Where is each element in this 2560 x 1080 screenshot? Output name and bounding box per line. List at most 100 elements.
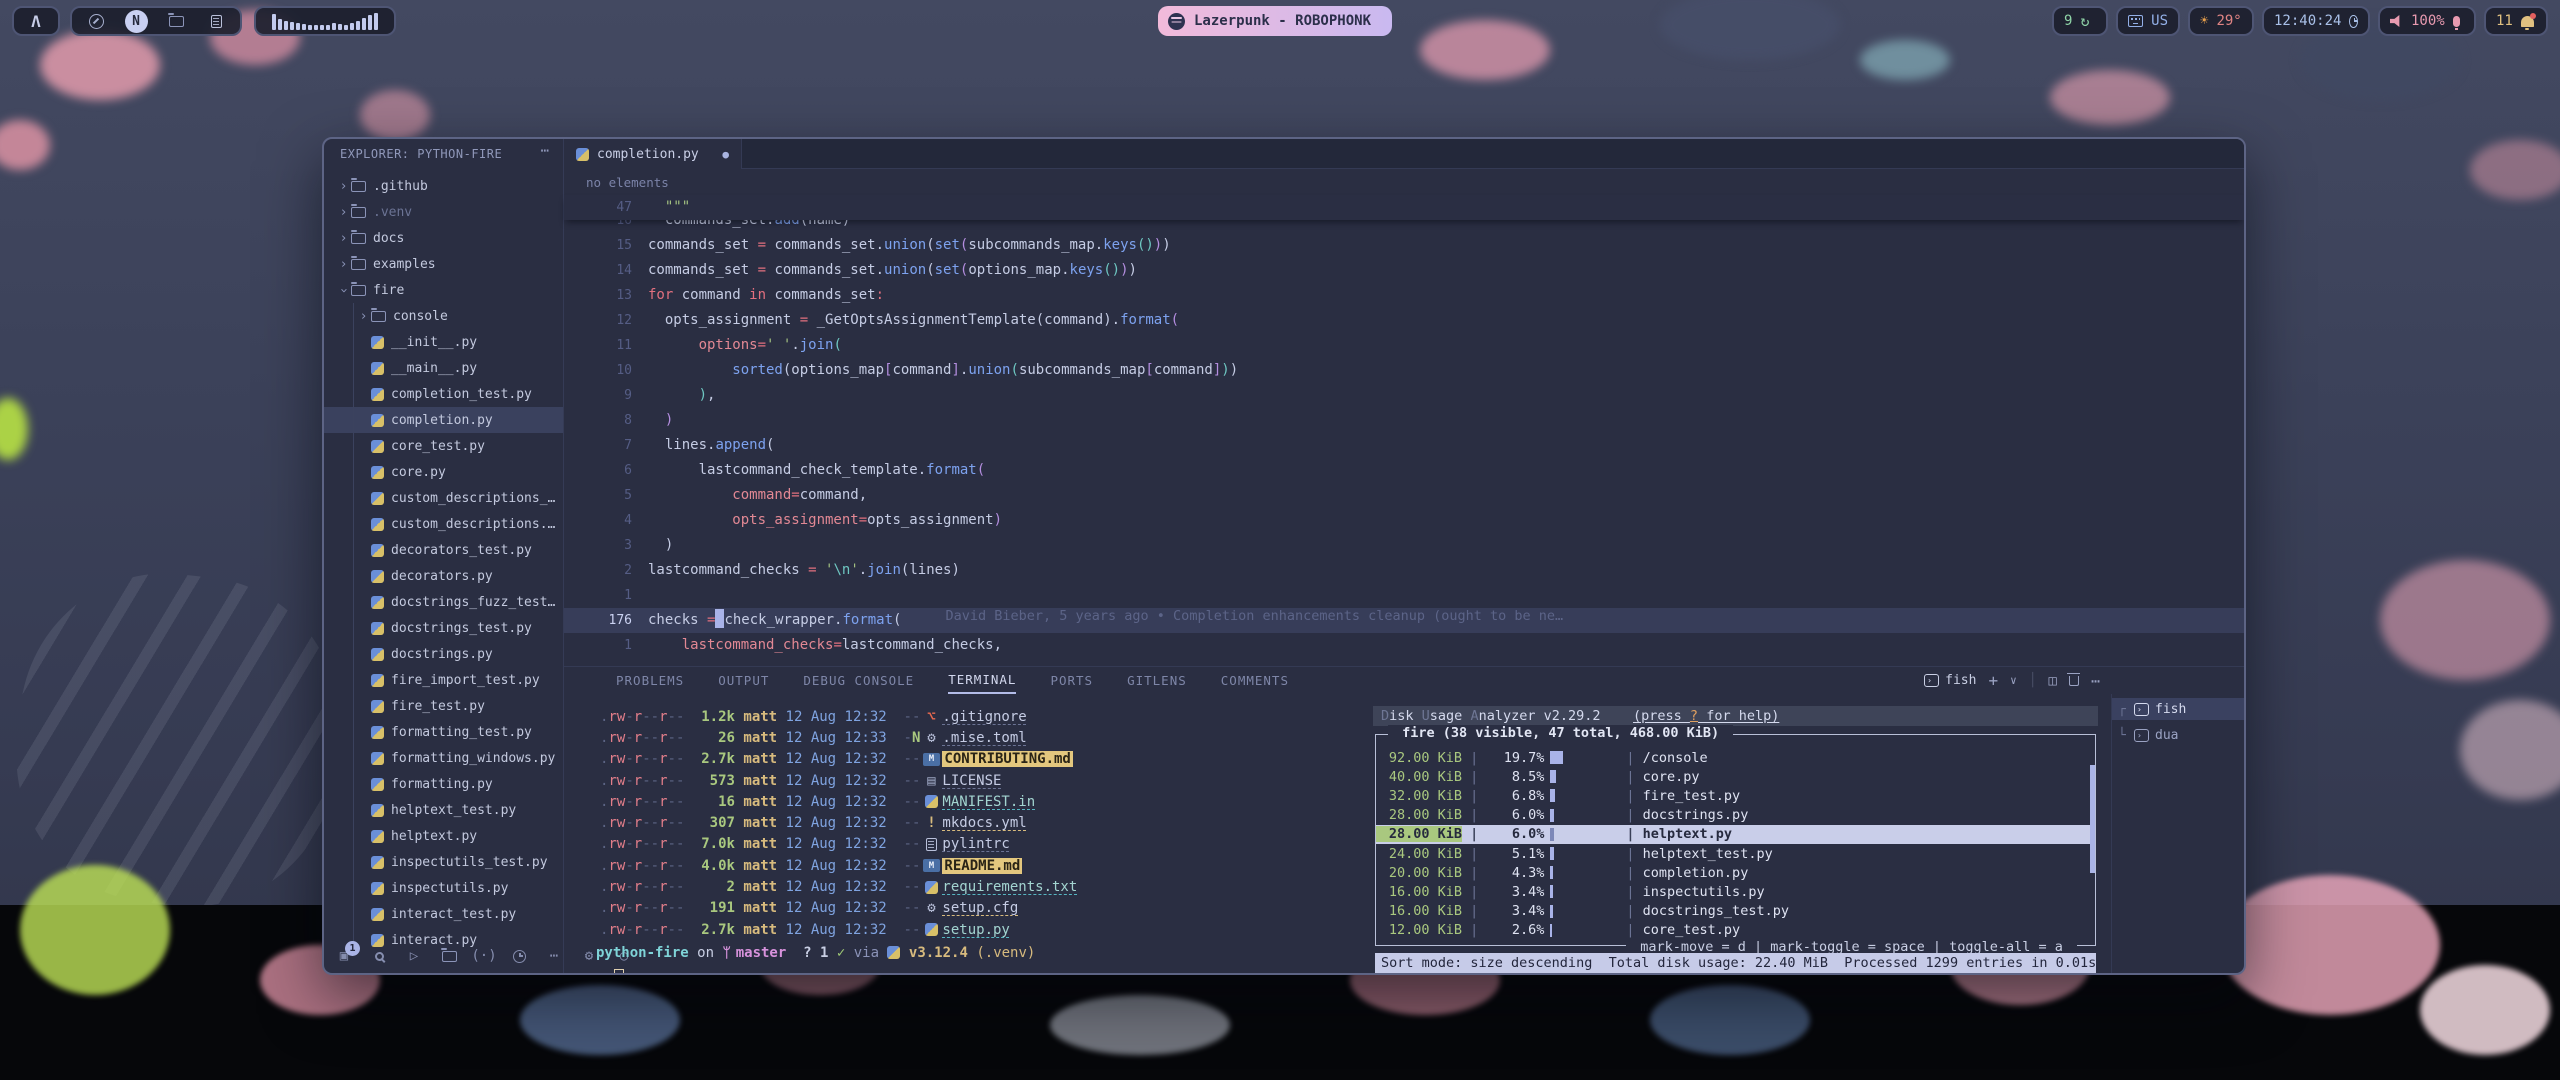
code-line[interactable]: 15commands_set = commands_set.union(set(… (564, 233, 2244, 258)
breadcrumb[interactable]: no elements (586, 170, 669, 194)
panel-tab-terminal[interactable]: TERMINAL (948, 667, 1016, 694)
dua-scrollbar[interactable] (2090, 765, 2095, 873)
dua-row[interactable]: 40.00 KiB | 8.5%| core.py (1376, 767, 2095, 786)
dua-row[interactable]: 12.00 KiB | 2.6%| core_test.py (1376, 921, 2095, 940)
terminal-dropdown-icon[interactable]: ∨ (2010, 674, 2017, 687)
dua-row[interactable]: 32.00 KiB | 6.8%| fire_test.py (1376, 786, 2095, 805)
tree-item--github[interactable]: ›.github (324, 173, 563, 199)
tree-item--main-py[interactable]: __main__.py (324, 355, 563, 381)
workspace-browser[interactable] (83, 14, 109, 29)
code-line[interactable]: 3 ) (564, 533, 2244, 558)
tree-item-inspectutils-py[interactable]: inspectutils.py (324, 875, 563, 901)
shell-input-line[interactable]: › (596, 967, 624, 975)
code-line[interactable]: 47 """ (564, 195, 2244, 220)
code-line[interactable]: 16 commands_set.add(name) (564, 220, 2244, 233)
tree-item-formatting-windows-py[interactable]: formatting_windows.py (324, 745, 563, 771)
file-name[interactable]: .gitignore (942, 709, 1026, 725)
volume-widget[interactable]: 100% (2378, 6, 2476, 36)
tree-item--init-py[interactable]: __init__.py (324, 329, 563, 355)
code-line[interactable]: 6 lastcommand_check_template.format( (564, 458, 2244, 483)
dua-row[interactable]: 92.00 KiB | 19.7%| /console (1376, 748, 2095, 767)
tree-item-core-py[interactable]: core.py (324, 459, 563, 485)
workspace-n[interactable]: N (123, 10, 149, 33)
tree-item-helptext-py[interactable]: helptext.py (324, 823, 563, 849)
notifications-widget[interactable]: 11 (2484, 6, 2548, 36)
code-line[interactable]: 7 lines.append( (564, 433, 2244, 458)
file-name[interactable]: .mise.toml (942, 730, 1026, 746)
terminal-list-item-dua[interactable]: └›dua (2112, 724, 2244, 746)
history-icon[interactable] (509, 950, 529, 963)
tree-item-decorators-py[interactable]: decorators.py (324, 563, 563, 589)
brackets-icon[interactable]: (·) (474, 948, 494, 964)
tree-item-core-test-py[interactable]: core_test.py (324, 433, 563, 459)
dua-row[interactable]: 28.00 KiB | 6.0%| docstrings.py (1376, 806, 2095, 825)
search-icon[interactable] (369, 952, 389, 961)
workspace-switcher[interactable]: N (70, 6, 242, 36)
panel-tab-comments[interactable]: COMMENTS (1221, 667, 1289, 694)
keyboard-layout-widget[interactable]: US (2116, 6, 2180, 36)
system-graph-widget[interactable] (254, 6, 396, 36)
tree-item-custom-descriptions-py[interactable]: custom_descriptions.py (324, 511, 563, 537)
terminal-output[interactable]: .rw-r--r-- 1.2k matt 12 Aug 12:32 --⌥.gi… (600, 706, 1077, 940)
code-line[interactable]: 1 (564, 583, 2244, 608)
panel-tab-gitlens[interactable]: GITLENS (1127, 667, 1187, 694)
panel-more-button[interactable]: ⋯ (2091, 672, 2100, 690)
tree-item-formatting-test-py[interactable]: formatting_test.py (324, 719, 563, 745)
file-name[interactable]: setup.py (942, 922, 1009, 938)
code-line[interactable]: 12 opts_assignment = _GetOptsAssignmentT… (564, 308, 2244, 333)
file-name[interactable]: LICENSE (942, 773, 1001, 789)
panel-tab-ports[interactable]: PORTS (1050, 667, 1093, 694)
tree-item-helptext-test-py[interactable]: helptext_test.py (324, 797, 563, 823)
code-line[interactable]: 13for command in commands_set: (564, 283, 2244, 308)
tree-item-examples[interactable]: ›examples (324, 251, 563, 277)
file-name[interactable]: MANIFEST.in (942, 794, 1035, 810)
tree-item-console[interactable]: ›console (324, 303, 563, 329)
tree-item-interact-test-py[interactable]: interact_test.py (324, 901, 563, 927)
kill-terminal-button[interactable] (2069, 676, 2079, 686)
split-terminal-button[interactable]: ◫ (2049, 673, 2057, 689)
code-line[interactable]: 5 command=command, (564, 483, 2244, 508)
tree-item-docstrings-test-py[interactable]: docstrings_test.py (324, 615, 563, 641)
tree-item-inspectutils-test-py[interactable]: inspectutils_test.py (324, 849, 563, 875)
more-icon[interactable]: ⋯ (544, 948, 564, 964)
file-name[interactable]: setup.cfg (942, 900, 1018, 916)
code-line[interactable]: 2lastcommand_checks = '\n'.join(lines) (564, 558, 2244, 583)
code-line-current[interactable]: 176checks =check_wrapper.format(David Bi… (564, 608, 2244, 633)
shell-indicator[interactable]: › fish (1924, 673, 1976, 688)
code-line[interactable]: 4 opts_assignment=opts_assignment) (564, 508, 2244, 533)
tree-item-docstrings-fuzz-test-py[interactable]: docstrings_fuzz_test.py (324, 589, 563, 615)
file-name[interactable]: requirements.txt (942, 879, 1077, 895)
terminal-list-item-fish[interactable]: ┌›fish (2112, 698, 2244, 720)
explorer-more-icon[interactable]: ⋯ (541, 143, 549, 159)
tree-item--venv[interactable]: ›.venv (324, 199, 563, 225)
weather-widget[interactable]: ☀ 29° (2188, 6, 2254, 36)
disk-usage-analyzer[interactable]: Disk Usage Analyzer v2.29.2 (press ? for… (1373, 694, 2106, 973)
tree-item-custom-descriptions-test-py[interactable]: custom_descriptions_test.py (324, 485, 563, 511)
tree-item-completion-test-py[interactable]: completion_test.py (324, 381, 563, 407)
dua-row[interactable]: 16.00 KiB | 3.4%| docstrings_test.py (1376, 902, 2095, 921)
tab-completion-py[interactable]: completion.py ● (564, 139, 742, 169)
file-name[interactable]: mkdocs.yml (942, 815, 1026, 831)
dua-row[interactable]: 20.00 KiB | 4.3%| completion.py (1376, 863, 2095, 882)
dua-row[interactable]: 16.00 KiB | 3.4%| inspectutils.py (1376, 882, 2095, 901)
launcher-button[interactable]: Λ (12, 6, 60, 36)
tree-item-formatting-py[interactable]: formatting.py (324, 771, 563, 797)
code-line[interactable]: 14commands_set = commands_set.union(set(… (564, 258, 2244, 283)
source-control-icon[interactable] (439, 951, 459, 962)
file-name[interactable]: README.md (942, 858, 1022, 874)
code-line[interactable]: 8 ) (564, 408, 2244, 433)
tree-item-docs[interactable]: ›docs (324, 225, 563, 251)
panel-tab-output[interactable]: OUTPUT (718, 667, 769, 694)
tree-item-docstrings-py[interactable]: docstrings.py (324, 641, 563, 667)
file-name[interactable]: CONTRIBUTING.md (942, 751, 1072, 767)
code-editor[interactable]: 15commands_set = commands_set.union(set(… (564, 233, 2244, 658)
new-terminal-button[interactable]: + (1988, 671, 1998, 690)
sticky-scroll-line[interactable]: 47 """ (564, 195, 2244, 220)
tree-item-decorators-test-py[interactable]: decorators_test.py (324, 537, 563, 563)
panel-tab-debug-console[interactable]: DEBUG CONSOLE (803, 667, 914, 694)
dua-row[interactable]: 24.00 KiB | 5.1%| helptext_test.py (1376, 844, 2095, 863)
tree-item-fire[interactable]: ›fire (324, 277, 563, 303)
run-debug-icon[interactable]: ▷ (404, 948, 424, 964)
updates-widget[interactable]: 9 ↻ (2052, 6, 2108, 36)
file-name[interactable]: pylintrc (942, 836, 1009, 852)
